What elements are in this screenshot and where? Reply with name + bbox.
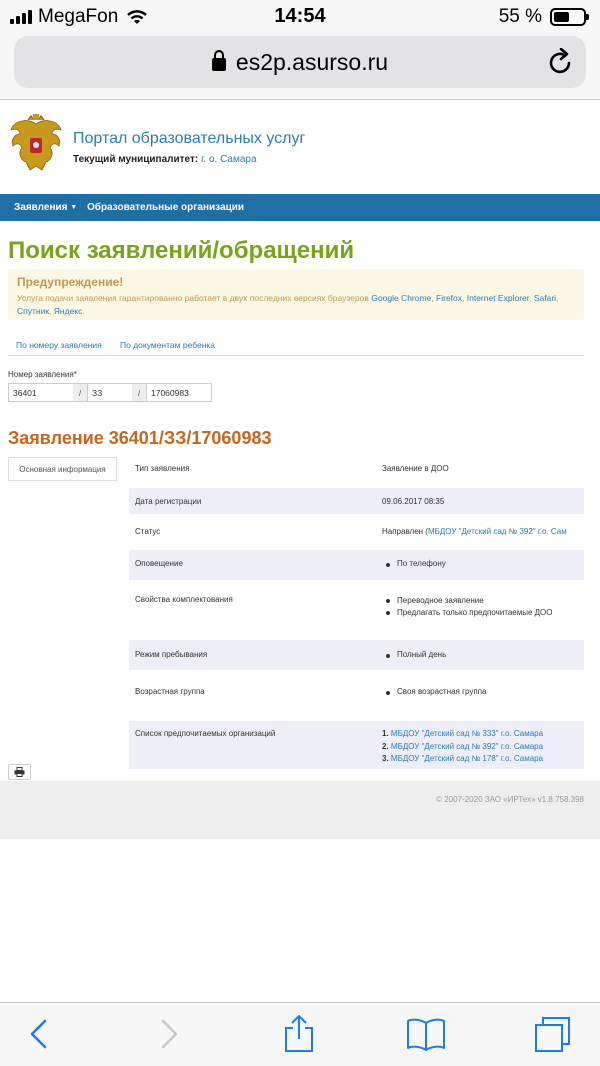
- number-separator-1: /: [73, 383, 87, 402]
- row-notify: Оповещение По телефону: [129, 550, 584, 580]
- list-number: 2.: [382, 741, 389, 751]
- application-title: Заявление 36401/ЗЗ/17060983: [8, 428, 272, 448]
- number-separator-2: /: [132, 383, 146, 402]
- portal-title[interactable]: Портал образовательных услуг: [73, 130, 305, 148]
- status-right: 55 %: [498, 6, 589, 28]
- status-org-link[interactable]: МБДОУ "Детский сад № 392" г.о. Сам: [428, 527, 567, 536]
- row-value: Направлен (МБДОУ "Детский сад № 392" г.о…: [382, 527, 584, 536]
- browser-link-safari[interactable]: Safari: [534, 293, 556, 303]
- main-nav: Заявления ▼ Образовательные организации: [0, 194, 600, 221]
- row-type: Тип заявления Заявление в ДОО: [129, 457, 584, 481]
- nav-item-applications[interactable]: Заявления ▼: [14, 202, 77, 213]
- browser-toolbar: [0, 1002, 600, 1066]
- battery-icon: [550, 8, 589, 26]
- list-item: Переводное заявление: [382, 595, 553, 607]
- row-age: Возрастная группа Своя возрастная группа: [129, 676, 584, 714]
- page-title: Поиск заявлений/обращений: [8, 237, 355, 264]
- row-status: Статус Направлен (МБДОУ "Детский сад № 3…: [129, 518, 584, 544]
- row-key: Дата регистрации: [135, 497, 202, 506]
- battery-percent: 55 %: [498, 6, 542, 27]
- row-value: 09.06.2017 08:35: [382, 497, 445, 506]
- number-part1-input[interactable]: [8, 383, 74, 402]
- back-icon[interactable]: [28, 1017, 50, 1051]
- list-item: Полный день: [382, 650, 446, 659]
- address-bar[interactable]: es2p.asurso.ru: [14, 36, 586, 88]
- number-part2-input[interactable]: [87, 383, 133, 402]
- row-key: Свойства комплектования: [135, 595, 233, 604]
- browser-link-chrome[interactable]: Google Chrome: [371, 293, 431, 303]
- alert-title: Предупреждение!: [17, 275, 124, 289]
- row-value: 1. МБДОУ "Детский сад № 333" г.о. Самара…: [382, 728, 543, 766]
- application-number-label: Номер заявления*: [8, 370, 77, 379]
- chevron-down-icon: ▼: [70, 204, 78, 211]
- required-mark: *: [73, 370, 77, 379]
- browser-link-sputnik[interactable]: Спутник: [17, 306, 49, 316]
- list-item: Предлагать только предпочитаемые ДОО: [382, 607, 553, 619]
- status-text: Направлен (: [382, 527, 428, 536]
- row-key: Тип заявления: [135, 464, 190, 473]
- row-value: По телефону: [382, 559, 446, 568]
- row-value: Переводное заявление Предлагать только п…: [382, 595, 553, 619]
- list-number: 3.: [382, 754, 389, 763]
- print-button[interactable]: [8, 764, 31, 780]
- row-key: Список предпочитаемых организаций: [135, 729, 276, 738]
- org-link[interactable]: МБДОУ "Детский сад № 178" г.о. Самара: [391, 754, 543, 763]
- row-value: Своя возрастная группа: [382, 687, 487, 696]
- site-header: Портал образовательных услуг Текущий мун…: [0, 108, 600, 188]
- row-value: Заявление в ДОО: [382, 464, 449, 473]
- browser-link-yandex[interactable]: Яндекс: [54, 306, 83, 316]
- browser-link-ie[interactable]: Internet Explorer: [467, 293, 529, 303]
- municipality-link[interactable]: г. о. Самара: [201, 154, 257, 165]
- browser-link-firefox[interactable]: Firefox: [436, 293, 462, 303]
- bookmarks-icon[interactable]: [406, 1017, 446, 1051]
- tab-by-number[interactable]: По номеру заявления: [16, 340, 102, 350]
- row-key: Режим пребывания: [135, 650, 208, 659]
- alert-message: Услуга подачи заявления гарантированно р…: [17, 293, 369, 303]
- tab-by-child-docs[interactable]: По документам ребенка: [120, 340, 215, 350]
- list-item: 1. МБДОУ "Детский сад № 333" г.о. Самара: [382, 728, 543, 741]
- print-icon: [14, 767, 25, 777]
- row-key: Статус: [135, 527, 161, 536]
- number-part3-input[interactable]: [146, 383, 212, 402]
- list-item: 2. МБДОУ "Детский сад № 392" г.о. Самара: [382, 741, 543, 754]
- list-item: Своя возрастная группа: [382, 687, 487, 696]
- org-link[interactable]: МБДОУ "Детский сад № 392" г.о. Самара: [391, 742, 543, 751]
- municipality: Текущий муниципалитет: г. о. Самара: [73, 154, 257, 165]
- row-mode: Режим пребывания Полный день: [129, 640, 584, 670]
- list-item: 3. МБДОУ "Детский сад № 178" г.о. Самара: [382, 753, 543, 766]
- org-link[interactable]: МБДОУ "Детский сад № 333" г.о. Самара: [391, 729, 543, 738]
- share-icon[interactable]: [283, 1013, 315, 1053]
- forward-icon[interactable]: [158, 1017, 180, 1051]
- reload-icon[interactable]: [548, 48, 574, 76]
- municipality-label: Текущий муниципалитет:: [73, 154, 199, 165]
- list-number: 1.: [382, 729, 389, 738]
- search-tabs: По номеру заявления По документам ребенк…: [8, 334, 584, 356]
- copyright: © 2007-2020 ЗАО «ИРТех» v1.8.758.398: [436, 795, 584, 804]
- list-item: По телефону: [382, 559, 446, 568]
- row-preferred-orgs: Список предпочитаемых организаций 1. МБД…: [129, 721, 584, 769]
- browser-chrome: es2p.asurso.ru: [0, 34, 600, 100]
- site-footer: © 2007-2020 ЗАО «ИРТех» v1.8.758.398: [0, 781, 600, 839]
- tab-main-info[interactable]: Основная информация: [8, 457, 117, 481]
- row-props: Свойства комплектования Переводное заявл…: [129, 586, 584, 634]
- nav-item-applications-label: Заявления: [14, 202, 68, 213]
- application-details: Тип заявления Заявление в ДОО Дата регис…: [129, 457, 584, 769]
- nav-item-organizations[interactable]: Образовательные организации: [87, 202, 244, 213]
- row-key: Возрастная группа: [135, 687, 205, 696]
- row-reg-date: Дата регистрации 09.06.2017 08:35: [129, 488, 584, 514]
- warning-alert: Предупреждение! Услуга подачи заявления …: [8, 269, 584, 320]
- application-number-label-text: Номер заявления: [8, 370, 74, 379]
- url-text: es2p.asurso.ru: [235, 49, 389, 75]
- emblem-icon[interactable]: [8, 114, 64, 176]
- alert-text: Услуга подачи заявления гарантированно р…: [17, 293, 559, 316]
- tabs-icon[interactable]: [534, 1016, 572, 1054]
- row-value: Полный день: [382, 650, 446, 659]
- lock-icon: [211, 50, 226, 71]
- row-key: Оповещение: [135, 559, 183, 568]
- status-bar: MegaFon 14:54 55 %: [0, 0, 600, 34]
- address-text-wrap: es2p.asurso.ru: [14, 49, 586, 76]
